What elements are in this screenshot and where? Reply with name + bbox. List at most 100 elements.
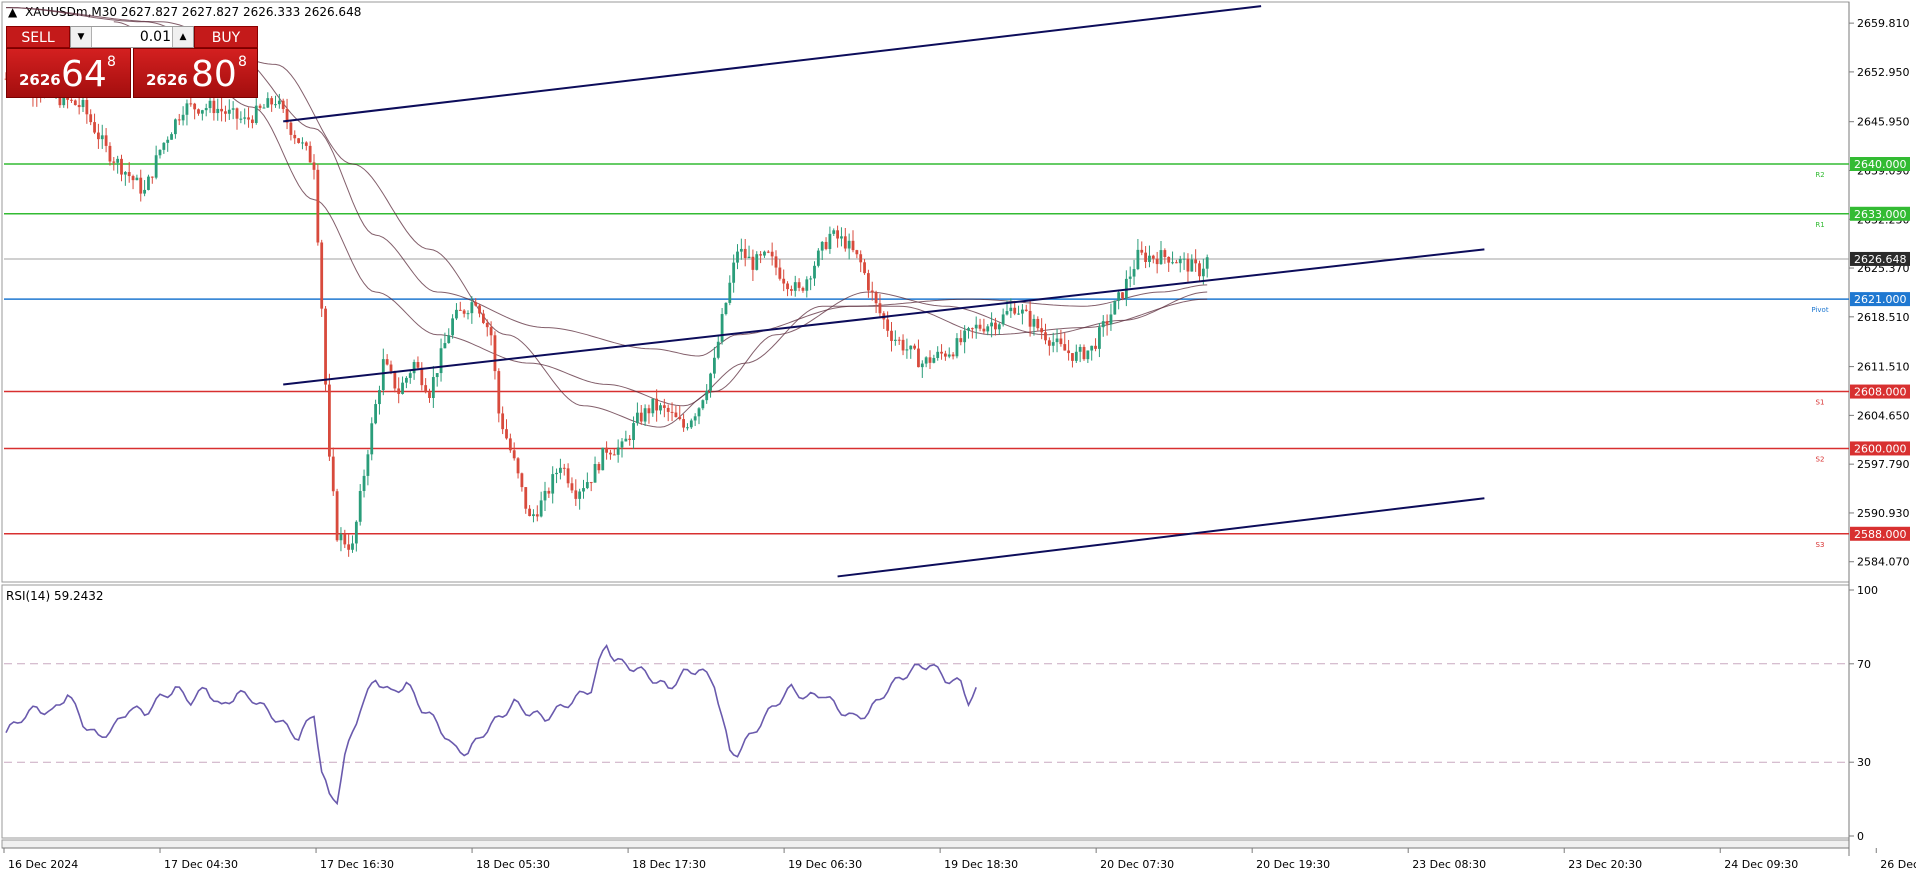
candle-body	[139, 177, 143, 194]
candle-body	[936, 351, 940, 358]
x-tick-label: 26 Dec 02:00	[1880, 858, 1916, 871]
time-axis: 16 Dec 2024 17 Dec 04:30 17 Dec 16:30 18 De…	[3, 848, 1916, 871]
candle-body	[335, 491, 339, 541]
lot-decrease-button[interactable]: ▼	[71, 27, 92, 47]
y-tick-label: 2604.650	[1857, 409, 1910, 422]
candle-body	[647, 408, 651, 414]
candle-body	[478, 305, 481, 314]
candle-body	[774, 256, 778, 268]
candle-body	[97, 132, 100, 140]
candle-body	[289, 122, 293, 135]
candle-body	[339, 533, 343, 541]
candle-body	[508, 438, 512, 451]
candle-body	[913, 345, 916, 349]
candle-body	[208, 100, 212, 109]
x-tick-label: 24 Dec 09:30	[1724, 858, 1798, 871]
level-price-tag-label: 2640.000	[1854, 158, 1907, 171]
candle-body	[1013, 307, 1017, 314]
candle-body	[277, 100, 281, 105]
lot-increase-button[interactable]: ▲	[172, 27, 193, 47]
candle-body	[674, 412, 678, 418]
sell-button[interactable]: SELL	[6, 26, 70, 48]
symbol-info-text: XAUUSDm,M30 2627.827 2627.827 2626.333 2…	[25, 5, 361, 19]
candle-body	[1047, 340, 1051, 346]
candle-body	[304, 142, 308, 146]
trading-chart[interactable]: ▲ XAUUSDm,M30 2627.827 2627.827 2626.333…	[0, 0, 1916, 874]
candle-body	[909, 345, 913, 350]
candle-body	[493, 335, 497, 372]
candle-body	[1128, 276, 1132, 279]
candle-body	[1059, 338, 1063, 345]
sell-price[interactable]: 2626 64 8	[6, 48, 131, 98]
candle-body	[728, 282, 732, 303]
candle-body	[431, 377, 435, 398]
candle-body	[612, 454, 616, 456]
candle-body	[1051, 342, 1055, 346]
candle-body	[1036, 318, 1040, 329]
candle-body	[609, 452, 612, 455]
buy-button[interactable]: BUY	[194, 26, 258, 48]
candle-body	[890, 330, 893, 341]
candle-body	[620, 441, 624, 448]
x-tick-label: 19 Dec 06:30	[788, 858, 862, 871]
candle-body	[863, 262, 866, 274]
candle-body	[1167, 256, 1171, 263]
candle-body	[809, 278, 813, 280]
candle-body	[1098, 327, 1101, 349]
candle-body	[951, 354, 955, 357]
chart-svg[interactable]: ▲ XAUUSDm,M30 2627.827 2627.827 2626.333…	[0, 0, 1916, 874]
candle-body	[886, 319, 890, 331]
candle-body	[920, 363, 924, 368]
candle-body	[308, 145, 312, 163]
candle-body	[535, 514, 539, 517]
candle-body	[1005, 311, 1009, 315]
candle-body	[1028, 310, 1032, 327]
candle-body	[262, 107, 266, 109]
candle-body	[270, 98, 274, 105]
candle-body	[697, 408, 701, 417]
candle-body	[801, 287, 805, 291]
candle-body	[204, 108, 208, 111]
candle-body	[1151, 255, 1155, 259]
candle-body	[443, 343, 447, 349]
candle-body	[220, 108, 223, 112]
candle-body	[143, 189, 146, 194]
buy-price[interactable]: 2626 80 8	[133, 48, 258, 98]
candle-body	[824, 241, 828, 249]
candle-body	[686, 427, 689, 429]
candle-body	[489, 327, 493, 336]
candle-body	[331, 456, 335, 492]
candle-body	[786, 283, 789, 290]
candle-body	[662, 405, 666, 408]
candle-body	[112, 161, 116, 163]
candle-body	[235, 108, 239, 119]
candle-body	[1063, 344, 1067, 351]
candle-body	[1140, 249, 1144, 253]
candle-body	[524, 487, 528, 509]
candle-body	[1090, 345, 1094, 351]
y-tick-label: 2590.930	[1857, 507, 1910, 520]
candle-body	[374, 404, 377, 424]
candle-body	[1171, 262, 1174, 264]
candle-body	[713, 357, 716, 374]
buy-price-small: 2626	[146, 71, 188, 89]
candle-body	[466, 313, 470, 315]
rsi-label: RSI(14) 59.2432	[6, 589, 104, 603]
candle-body	[701, 400, 705, 409]
candle-body	[855, 250, 859, 255]
candle-body	[1121, 292, 1124, 299]
candle-body	[239, 118, 243, 120]
candle-body	[997, 324, 1001, 330]
candle-body	[636, 412, 639, 424]
candle-body	[435, 373, 439, 378]
candle-body	[543, 490, 547, 501]
candle-body	[408, 373, 412, 378]
lot-size-input[interactable]	[93, 28, 171, 46]
candle-body	[616, 447, 620, 455]
candle-body	[1132, 269, 1136, 277]
candle-body	[424, 385, 428, 393]
level-price-tag-label: 2600.000	[1854, 442, 1907, 455]
candle-body	[978, 324, 982, 329]
candle-body	[828, 233, 832, 249]
candle-body	[928, 357, 932, 363]
